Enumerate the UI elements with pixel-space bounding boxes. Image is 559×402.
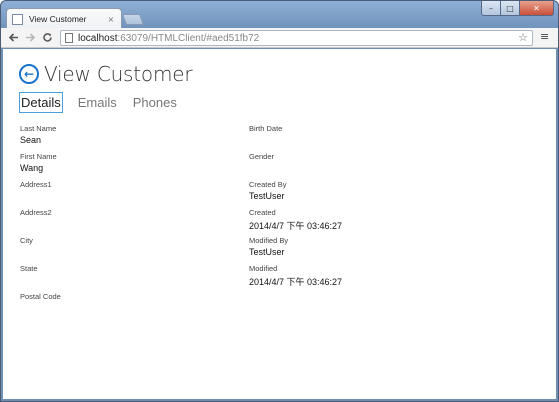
tab-strip: View Customer × – □ ✕ <box>1 1 558 29</box>
field-label: Created By <box>249 180 287 189</box>
window-controls: – □ ✕ <box>481 1 554 17</box>
field-value: 2014/4/7 下午 03:46:27 <box>249 221 343 231</box>
tab-emails[interactable]: Emails <box>77 93 118 112</box>
back-arrow-icon[interactable] <box>5 29 22 46</box>
browser-toolbar: localhost:63079/HTMLClient/#aed51fb72 ☆ … <box>1 28 558 48</box>
field-created-by: Created By TestUser <box>249 180 287 201</box>
maximize-button[interactable]: □ <box>501 1 520 16</box>
field-city: City <box>20 236 33 247</box>
forward-arrow-icon[interactable] <box>22 29 39 46</box>
field-value: TestUser <box>249 191 285 201</box>
field-modified: Modified 2014/4/7 下午 03:46:27 <box>249 264 342 288</box>
browser-tab-title: View Customer <box>29 14 87 24</box>
field-label: City <box>20 236 33 245</box>
field-gender: Gender <box>249 152 274 163</box>
minimize-button[interactable]: – <box>481 1 501 16</box>
close-window-button[interactable]: ✕ <box>520 1 554 16</box>
back-button[interactable]: ← <box>19 64 39 84</box>
field-label: First Name <box>20 152 57 161</box>
address-bar[interactable]: localhost:63079/HTMLClient/#aed51fb72 ☆ <box>60 30 533 46</box>
field-label: Address1 <box>20 180 52 189</box>
field-label: Postal Code <box>20 292 61 301</box>
field-label: Last Name <box>20 124 57 133</box>
field-label: Address2 <box>20 208 52 217</box>
field-label: Modified By <box>249 236 289 245</box>
field-first-name: First Name Wang <box>20 152 57 173</box>
field-address1: Address1 <box>20 180 52 191</box>
browser-tab[interactable]: View Customer × <box>6 8 122 29</box>
field-birth-date: Birth Date <box>249 124 282 135</box>
field-value: Wang <box>20 163 44 173</box>
menu-icon[interactable]: ≡ <box>540 31 550 43</box>
field-address2: Address2 <box>20 208 52 219</box>
page-content: ← View Customer Details Emails Phones La… <box>3 49 556 399</box>
new-tab-button[interactable] <box>121 14 145 25</box>
tab-phones[interactable]: Phones <box>132 93 178 112</box>
tab-close-icon[interactable]: × <box>106 15 116 24</box>
url-path: :63079/HTMLClient/#aed51fb72 <box>117 32 260 44</box>
field-created: Created 2014/4/7 下午 03:46:27 <box>249 208 342 232</box>
field-value: Sean <box>20 135 42 145</box>
field-state: State <box>20 264 38 275</box>
browser-window: View Customer × – □ ✕ localhost:63079/HT… <box>0 0 559 402</box>
field-modified-by: Modified By TestUser <box>249 236 288 257</box>
field-value: TestUser <box>249 247 285 257</box>
field-label: Created <box>249 208 276 217</box>
field-value: 2014/4/7 下午 03:46:27 <box>249 277 343 287</box>
page-title: View Customer <box>44 62 193 86</box>
tab-details[interactable]: Details <box>19 91 63 113</box>
field-label: Gender <box>249 152 275 161</box>
field-last-name: Last Name Sean <box>20 124 56 145</box>
url-host: localhost <box>78 32 118 44</box>
field-postal-code: Postal Code <box>20 292 61 303</box>
star-icon[interactable]: ☆ <box>518 31 528 45</box>
field-label: Birth Date <box>249 124 283 133</box>
page-icon <box>65 33 73 43</box>
field-label: State <box>20 264 38 273</box>
url-text: localhost:63079/HTMLClient/#aed51fb72 <box>78 33 259 44</box>
reload-icon[interactable] <box>39 29 56 46</box>
field-label: Modified <box>249 264 278 273</box>
screen-header: ← View Customer <box>19 61 193 87</box>
screen-tabs: Details Emails Phones <box>19 91 192 113</box>
page-favicon-icon <box>12 13 23 25</box>
